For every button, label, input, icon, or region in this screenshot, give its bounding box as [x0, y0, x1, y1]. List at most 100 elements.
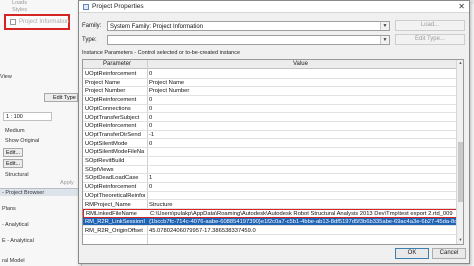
- table-row[interactable]: UOptReinforcement 0: [83, 183, 457, 192]
- table-row[interactable]: Project Name Project Name: [83, 79, 457, 88]
- parameter-value-cell[interactable]: 0: [149, 141, 152, 147]
- close-icon[interactable]: ✕: [458, 2, 465, 11]
- parameter-name-cell: SOptViews: [85, 166, 114, 173]
- discipline-value: Structural: [5, 172, 29, 178]
- family-value: System Family: Project Information: [110, 23, 204, 30]
- parameter-value-cell[interactable]: -1: [149, 132, 154, 138]
- parameter-name-cell: UOptReinforcement: [85, 71, 137, 77]
- table-row[interactable]: UOptReinforcement 0: [83, 122, 457, 131]
- edit-button-2-label: Edit...: [6, 161, 21, 167]
- ok-button[interactable]: OK: [395, 248, 429, 259]
- parameter-name-cell: SOptRevitBuild: [85, 158, 125, 164]
- parameter-name-cell: UOptTransferSubject: [85, 114, 140, 121]
- parameter-name-cell: UOptConnections: [85, 105, 131, 112]
- parameter-name-cell: UOptReinforcement: [85, 97, 137, 104]
- edit-type-button[interactable]: Edit Type...: [395, 34, 465, 45]
- scroll-up-icon[interactable]: ▲: [457, 60, 463, 67]
- vertical-scrollbar[interactable]: ▲ ▼: [456, 60, 463, 244]
- parameter-name-cell: RM_R2R_OriginOffset: [85, 227, 143, 234]
- parameter-value-cell[interactable]: 0: [149, 106, 152, 112]
- parameter-name-cell: Project Name: [85, 79, 121, 86]
- browser-item-analytical[interactable]: - Analytical: [2, 222, 29, 228]
- edit-button-1[interactable]: Edit...: [3, 148, 23, 157]
- family-select[interactable]: System Family: Project Information ▼: [107, 21, 390, 31]
- edit-type-bg-label: Edit Type: [53, 95, 76, 101]
- edit-button-2[interactable]: Edit...: [3, 159, 23, 168]
- edit-type-bg-button[interactable]: Edit Type: [44, 93, 78, 102]
- apply-link[interactable]: Apply: [60, 180, 74, 186]
- parameter-value-cell[interactable]: C:\Users\pulakp\AppData\Roaming\Autodesk…: [150, 211, 453, 217]
- table-row[interactable]: SOptDeadLoadCase 1: [83, 174, 457, 183]
- project-browser-header: - Project Browser: [0, 188, 82, 196]
- scroll-thumb[interactable]: [458, 142, 463, 202]
- table-row[interactable]: UOptReinforcement 0: [83, 96, 457, 105]
- detail-level-value: Medium: [5, 128, 25, 134]
- family-label: Family:: [82, 23, 102, 29]
- parameter-name-cell: SOptDeadLoadCase: [85, 175, 139, 182]
- parameter-name-cell: UOptSilentModeFileNa: [85, 149, 145, 156]
- table-row[interactable]: UOptConnections 0: [83, 105, 457, 114]
- parameter-value-cell[interactable]: 0: [149, 123, 152, 129]
- parameter-name-cell: UOptReinforcement: [85, 184, 137, 191]
- browser-item-plans[interactable]: Plans: [2, 206, 16, 212]
- parameter-value-cell[interactable]: 45.07802406079957-17.386538337459.0: [149, 228, 256, 234]
- view-label: View: [0, 74, 12, 80]
- parameter-value-cell[interactable]: 0: [149, 115, 152, 121]
- parameter-name-cell: UOptTheoreticalReinforc: [85, 192, 145, 199]
- parameter-value-cell[interactable]: 1: [149, 175, 152, 181]
- parameter-value-cell[interactable]: Project Number: [149, 88, 189, 94]
- parameter-name-cell: RM_R2R_LinkSessionID: [85, 218, 145, 225]
- scale-value: 1 : 100: [6, 114, 23, 120]
- dialog-titlebar[interactable]: Project Properties ✕: [79, 1, 469, 13]
- dialog-title: Project Properties: [92, 3, 144, 10]
- chevron-down-icon: ▼: [380, 36, 389, 44]
- table-row[interactable]: RM_R2R_OriginOffset 45.07802406079957-17.…: [83, 227, 457, 236]
- project-properties-dialog: Project Properties ✕ Family: System Fami…: [78, 0, 470, 264]
- col-value-header[interactable]: Value: [293, 61, 308, 67]
- browser-item-e-analytical[interactable]: E - Analytical: [2, 238, 34, 244]
- table-row[interactable]: UOptSilentModeFileNa: [83, 148, 457, 157]
- table-row[interactable]: UOptTheoreticalReinforc: [83, 192, 457, 201]
- sidebar-item-styles[interactable]: Styles: [12, 7, 27, 13]
- cancel-button[interactable]: Cancel: [432, 248, 466, 259]
- scroll-down-icon[interactable]: ▼: [457, 237, 463, 244]
- type-label: Type:: [82, 37, 97, 43]
- table-row[interactable]: RM_R2R_LinkSessionID {1bccb7fc-714c-4076-…: [83, 217, 459, 227]
- parameter-value-cell[interactable]: Project Name: [149, 80, 184, 86]
- parameter-name-cell: RMProject_Name: [85, 201, 131, 208]
- project-information-label: Project Information: [19, 19, 70, 25]
- instance-parameters-caption: Instance Parameters - Control selected o…: [82, 50, 241, 56]
- type-select[interactable]: ▼: [107, 35, 390, 45]
- left-panel: Loads Styles Project Information View Ed…: [0, 0, 82, 266]
- parameter-name-cell: UOptReinforcement: [85, 123, 137, 130]
- table-row[interactable]: SOptRevitBuild: [83, 157, 457, 166]
- parameter-name-cell: Project Number: [85, 88, 126, 95]
- table-row[interactable]: RMLinkedFileName C:\Users\pulakp\AppData\…: [83, 209, 457, 218]
- parameter-value-cell[interactable]: Structure: [149, 202, 173, 208]
- load-button[interactable]: Load...: [395, 20, 465, 31]
- parameter-name-cell: RMLinkedFileName: [86, 211, 137, 218]
- scale-field[interactable]: 1 : 100: [3, 112, 52, 121]
- browser-item-model[interactable]: ral Model: [2, 258, 25, 264]
- dialog-app-icon: [83, 4, 89, 10]
- parameter-value-cell[interactable]: 0: [149, 71, 152, 77]
- display-mode-value: Show Original: [5, 138, 40, 144]
- table-row[interactable]: SOptViews: [83, 166, 457, 175]
- table-row[interactable]: RMProject_Name Structure: [83, 201, 457, 209]
- project-information-button[interactable]: Project Information: [4, 14, 70, 30]
- table-row[interactable]: UOptSilentMode 0: [83, 140, 457, 149]
- project-info-icon: [10, 19, 16, 25]
- sidebar-item-loads[interactable]: Loads: [12, 0, 27, 6]
- chevron-down-icon: ▼: [380, 22, 389, 30]
- parameter-value-cell[interactable]: 0: [149, 97, 152, 103]
- parameter-value-cell[interactable]: 0: [149, 184, 152, 190]
- table-row[interactable]: Project Number Project Number: [83, 87, 457, 96]
- table-row[interactable]: UOptTransferDirSend -1: [83, 131, 457, 140]
- parameter-value-cell[interactable]: {1bccb7fc-714c-4076-aabe-608854197390}e1…: [149, 219, 459, 225]
- table-row[interactable]: UOptReinforcement 0: [83, 70, 457, 79]
- table-row[interactable]: UOptTransferSubject 0: [83, 114, 457, 122]
- col-parameter-header[interactable]: Parameter: [103, 61, 131, 67]
- parameter-name-cell: UOptSilentMode: [85, 140, 128, 147]
- edit-button-1-label: Edit...: [6, 150, 21, 156]
- parameter-name-cell: UOptTransferDirSend: [85, 131, 141, 138]
